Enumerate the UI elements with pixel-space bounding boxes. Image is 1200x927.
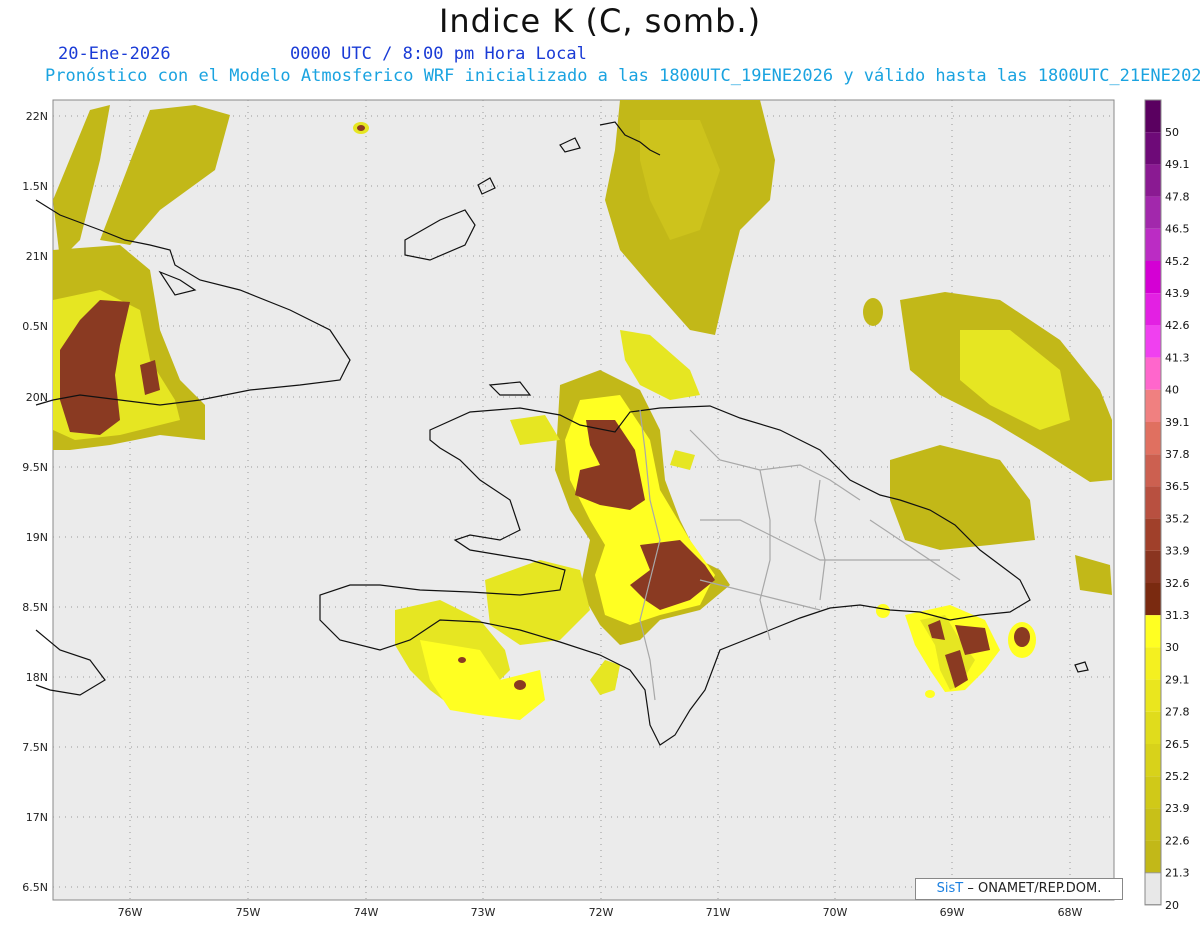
colorbar-swatch xyxy=(1145,325,1161,358)
colorbar-swatch xyxy=(1145,583,1161,616)
colorbar-label: 41.3 xyxy=(1165,351,1190,364)
colorbar-swatch xyxy=(1145,518,1161,551)
colorbar-label: 46.5 xyxy=(1165,223,1190,236)
colorbar-swatch xyxy=(1145,196,1161,229)
colorbar-label: 43.9 xyxy=(1165,287,1190,300)
colorbar-label: 26.5 xyxy=(1165,738,1190,751)
colorbar-label: 49.1 xyxy=(1165,158,1190,171)
map-canvas: 22N 1.5N 21N 0.5N 20N 9.5N 19N 8.5N 18N … xyxy=(22,99,1190,919)
colorbar-swatch xyxy=(1145,228,1161,261)
lat-label: 19N xyxy=(26,531,48,544)
colorbar-label: 42.6 xyxy=(1165,319,1190,332)
latitude-labels: 22N 1.5N 21N 0.5N 20N 9.5N 19N 8.5N 18N … xyxy=(22,110,48,894)
credit-box: SisT – ONAMET/REP.DOM. xyxy=(915,878,1123,900)
lon-label: 69W xyxy=(940,906,965,919)
colorbar-label: 21.3 xyxy=(1165,867,1190,880)
colorbar-swatch xyxy=(1145,293,1161,326)
colorbar-label: 30 xyxy=(1165,641,1179,654)
lon-label: 74W xyxy=(354,906,379,919)
colorbar-swatch xyxy=(1145,389,1161,422)
credit-text: – ONAMET/REP.DOM. xyxy=(967,881,1102,896)
lat-label: 18N xyxy=(26,671,48,684)
colorbar-label: 33.9 xyxy=(1165,545,1190,558)
colorbar-swatch xyxy=(1145,744,1161,777)
colorbar-swatch xyxy=(1145,454,1161,487)
colorbar-swatch-below xyxy=(1144,872,1162,906)
lat-label: 9.5N xyxy=(22,461,48,474)
lat-label: 22N xyxy=(26,110,48,123)
colorbar-label: 37.8 xyxy=(1165,448,1190,461)
colorbar-label: 22.6 xyxy=(1165,834,1190,847)
colorbar-label: 31.3 xyxy=(1165,609,1190,622)
colorbar-label: 35.2 xyxy=(1165,512,1190,525)
lat-label: 6.5N xyxy=(22,881,48,894)
colorbar-swatch xyxy=(1145,261,1161,294)
colorbar-label: 50 xyxy=(1165,126,1179,139)
colorbar-label: 20 xyxy=(1165,899,1179,912)
lat-label: 20N xyxy=(26,391,48,404)
colorbar-label: 40 xyxy=(1165,384,1179,397)
lat-label: 0.5N xyxy=(22,320,48,333)
colorbar-swatch xyxy=(1145,357,1161,390)
colorbar-label: 47.8 xyxy=(1165,190,1190,203)
lat-label: 7.5N xyxy=(22,741,48,754)
colorbar-label: 39.1 xyxy=(1165,416,1190,429)
colorbar-swatch xyxy=(1145,808,1161,841)
colorbar-swatch xyxy=(1145,550,1161,583)
lat-label: 21N xyxy=(26,250,48,263)
colorbar-swatch xyxy=(1145,711,1161,744)
lon-label: 71W xyxy=(706,906,731,919)
colorbar-swatch xyxy=(1145,422,1161,455)
colorbar-label: 25.2 xyxy=(1165,770,1190,783)
lon-label: 72W xyxy=(589,906,614,919)
colorbar-label: 29.1 xyxy=(1165,673,1190,686)
colorbar-label: 32.6 xyxy=(1165,577,1190,590)
sistema-logo: SisT xyxy=(936,881,964,896)
lon-label: 73W xyxy=(471,906,496,919)
colorbar: 50 49.1 47.8 46.5 45.2 43.9 42.6 41.3 40 39.1 37.8… xyxy=(1144,99,1190,912)
colorbar-label: 27.8 xyxy=(1165,706,1190,719)
colorbar-swatch xyxy=(1145,615,1161,648)
colorbar-swatch xyxy=(1145,132,1161,165)
colorbar-swatch xyxy=(1145,679,1161,712)
colorbar-label: 23.9 xyxy=(1165,802,1190,815)
lon-label: 70W xyxy=(823,906,848,919)
colorbar-swatch xyxy=(1145,486,1161,519)
longitude-labels: 76W 75W 74W 73W 72W 71W 70W 69W 68W xyxy=(118,906,1083,919)
colorbar-swatch xyxy=(1145,100,1161,133)
lon-label: 76W xyxy=(118,906,143,919)
colorbar-swatch xyxy=(1145,776,1161,809)
lon-label: 75W xyxy=(236,906,261,919)
colorbar-swatch xyxy=(1145,647,1161,680)
colorbar-swatch xyxy=(1145,164,1161,197)
colorbar-label: 36.5 xyxy=(1165,480,1190,493)
lon-label: 68W xyxy=(1058,906,1083,919)
lat-label: 1.5N xyxy=(22,180,48,193)
lat-label: 8.5N xyxy=(22,601,48,614)
colorbar-swatch xyxy=(1145,840,1161,873)
lat-label: 17N xyxy=(26,811,48,824)
colorbar-label: 45.2 xyxy=(1165,255,1190,268)
